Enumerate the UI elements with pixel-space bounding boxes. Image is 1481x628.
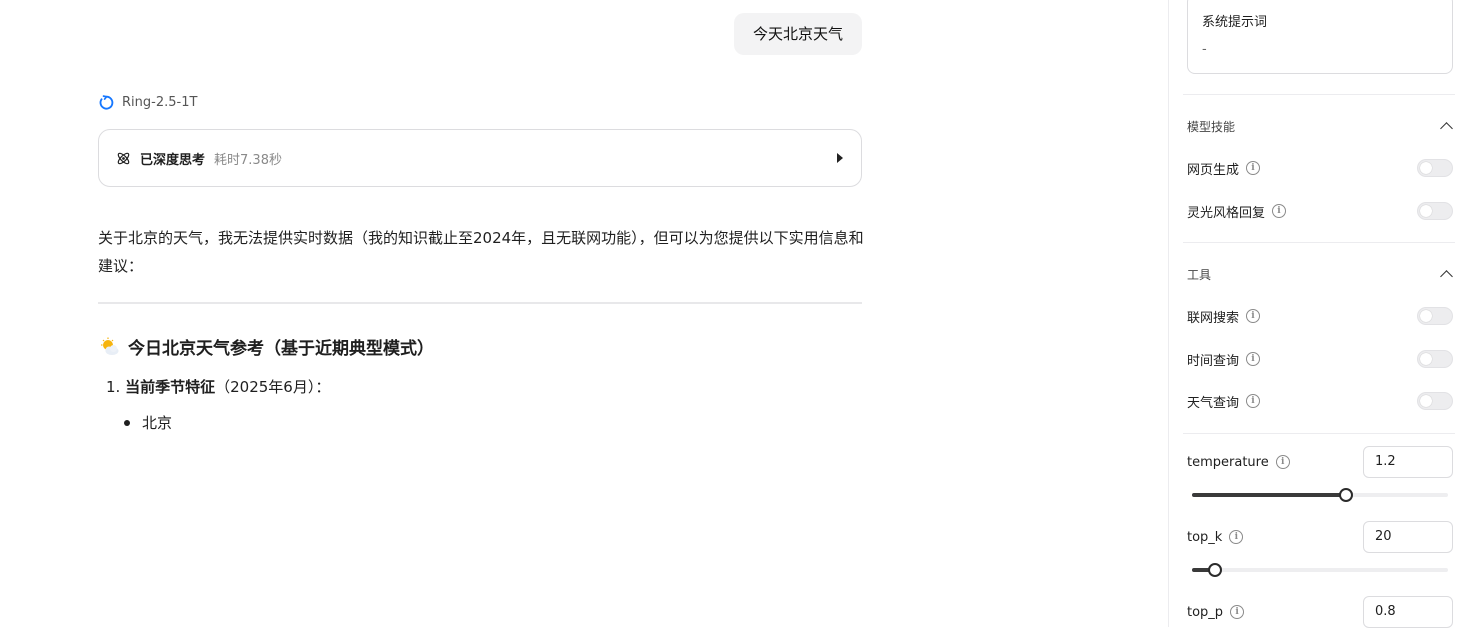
temperature-label: temperature bbox=[1187, 454, 1269, 470]
chevron-up-icon[interactable] bbox=[1440, 270, 1453, 283]
tool-label: 时间查询 bbox=[1187, 353, 1240, 369]
thinking-toggle[interactable]: 已深度思考 耗时7.38秒 bbox=[98, 129, 862, 187]
tool-row-time: 时间查询 i bbox=[1187, 348, 1453, 370]
slider-fill bbox=[1192, 493, 1346, 497]
tools-title: 工具 bbox=[1187, 267, 1212, 282]
divider bbox=[1183, 433, 1455, 434]
top-k-input[interactable]: 20 bbox=[1363, 521, 1453, 553]
system-prompt-label: 系统提示词 bbox=[1202, 15, 1268, 30]
bullet-dot bbox=[124, 420, 130, 426]
atom-icon bbox=[117, 152, 130, 164]
tools-group-header[interactable]: 工具 bbox=[1187, 265, 1453, 283]
chat-area: 今天北京天气 Ring-2.5-1T 已深度思考 耗时7.38秒 关于北京的天气… bbox=[0, 0, 1168, 627]
tool-label: 联网搜索 bbox=[1187, 310, 1240, 326]
info-icon[interactable]: i bbox=[1246, 394, 1261, 408]
top-p-input[interactable]: 0.8 bbox=[1363, 596, 1453, 628]
web-search-toggle[interactable] bbox=[1417, 307, 1453, 325]
slider-track bbox=[1192, 568, 1448, 572]
ring-logo-icon bbox=[99, 94, 114, 109]
info-icon[interactable]: i bbox=[1246, 161, 1261, 175]
chevron-up-icon[interactable] bbox=[1440, 122, 1453, 135]
skill-label: 网页生成 bbox=[1187, 162, 1240, 178]
thinking-duration: 耗时7.38秒 bbox=[214, 152, 282, 168]
info-icon[interactable]: i bbox=[1246, 352, 1261, 366]
info-icon[interactable]: i bbox=[1230, 605, 1245, 619]
web-gen-toggle[interactable] bbox=[1417, 159, 1453, 177]
param-top-p: top_p i 0.8 bbox=[1187, 596, 1453, 628]
weather-query-toggle[interactable] bbox=[1417, 392, 1453, 410]
ordered-list-item: 1. 当前季节特征（2025年6月）： bbox=[106, 374, 330, 400]
settings-panel: 系统提示词 - 模型技能 网页生成 i 灵光风格回复 i 工具 联网搜索 i 时… bbox=[1168, 0, 1481, 628]
info-icon[interactable]: i bbox=[1272, 204, 1287, 218]
model-name: Ring-2.5-1T bbox=[122, 94, 198, 110]
bullet-text: 北京 bbox=[142, 414, 173, 432]
info-icon[interactable]: i bbox=[1229, 530, 1244, 544]
temperature-input[interactable]: 1.2 bbox=[1363, 446, 1453, 478]
temperature-slider[interactable] bbox=[1192, 488, 1448, 502]
divider bbox=[98, 302, 862, 304]
list-number: 1. bbox=[106, 378, 121, 396]
skills-title: 模型技能 bbox=[1187, 119, 1236, 134]
tool-label: 天气查询 bbox=[1187, 395, 1240, 411]
param-top-k: top_k i 20 bbox=[1187, 521, 1453, 553]
info-icon[interactable]: i bbox=[1275, 455, 1290, 469]
sun-behind-cloud-icon bbox=[101, 337, 119, 355]
info-icon[interactable]: i bbox=[1246, 309, 1261, 323]
time-query-toggle[interactable] bbox=[1417, 350, 1453, 368]
skill-row-web-gen: 网页生成 i bbox=[1187, 157, 1453, 179]
slider-handle[interactable] bbox=[1338, 488, 1353, 502]
skills-group-header[interactable]: 模型技能 bbox=[1187, 117, 1453, 135]
list-item-bold: 当前季节特征 bbox=[125, 378, 216, 396]
caret-right-icon[interactable] bbox=[837, 153, 843, 163]
top-p-label: top_p bbox=[1187, 604, 1224, 620]
section-title-text: 今日北京天气参考（基于近期典型模式） bbox=[128, 339, 434, 359]
slider-handle[interactable] bbox=[1208, 563, 1223, 577]
list-item-rest: （2025年6月）： bbox=[215, 378, 331, 396]
style-reply-toggle[interactable] bbox=[1417, 202, 1453, 220]
section-heading: 今日北京天气参考（基于近期典型模式） bbox=[100, 334, 434, 359]
thinking-title: 已深度思考 bbox=[140, 152, 206, 168]
answer-paragraph: 关于北京的天气，我无法提供实时数据（我的知识截止至2024年，且无联网功能），但… bbox=[98, 229, 864, 275]
divider bbox=[1183, 242, 1455, 243]
divider bbox=[1183, 94, 1455, 95]
top-k-slider[interactable] bbox=[1192, 563, 1448, 577]
system-prompt-value: - bbox=[1202, 42, 1207, 57]
system-prompt-field[interactable]: 系统提示词 - bbox=[1187, 0, 1453, 74]
model-tag: Ring-2.5-1T bbox=[98, 92, 197, 112]
top-k-label: top_k bbox=[1187, 529, 1223, 545]
param-temperature: temperature i 1.2 bbox=[1187, 446, 1453, 478]
bullet-item: 北京 bbox=[124, 410, 172, 436]
skill-row-style-reply: 灵光风格回复 i bbox=[1187, 200, 1453, 222]
tool-row-weather: 天气查询 i bbox=[1187, 390, 1453, 412]
skill-label: 灵光风格回复 bbox=[1187, 205, 1266, 221]
tool-row-web-search: 联网搜索 i bbox=[1187, 305, 1453, 327]
user-message-bubble: 今天北京天气 bbox=[734, 13, 862, 55]
